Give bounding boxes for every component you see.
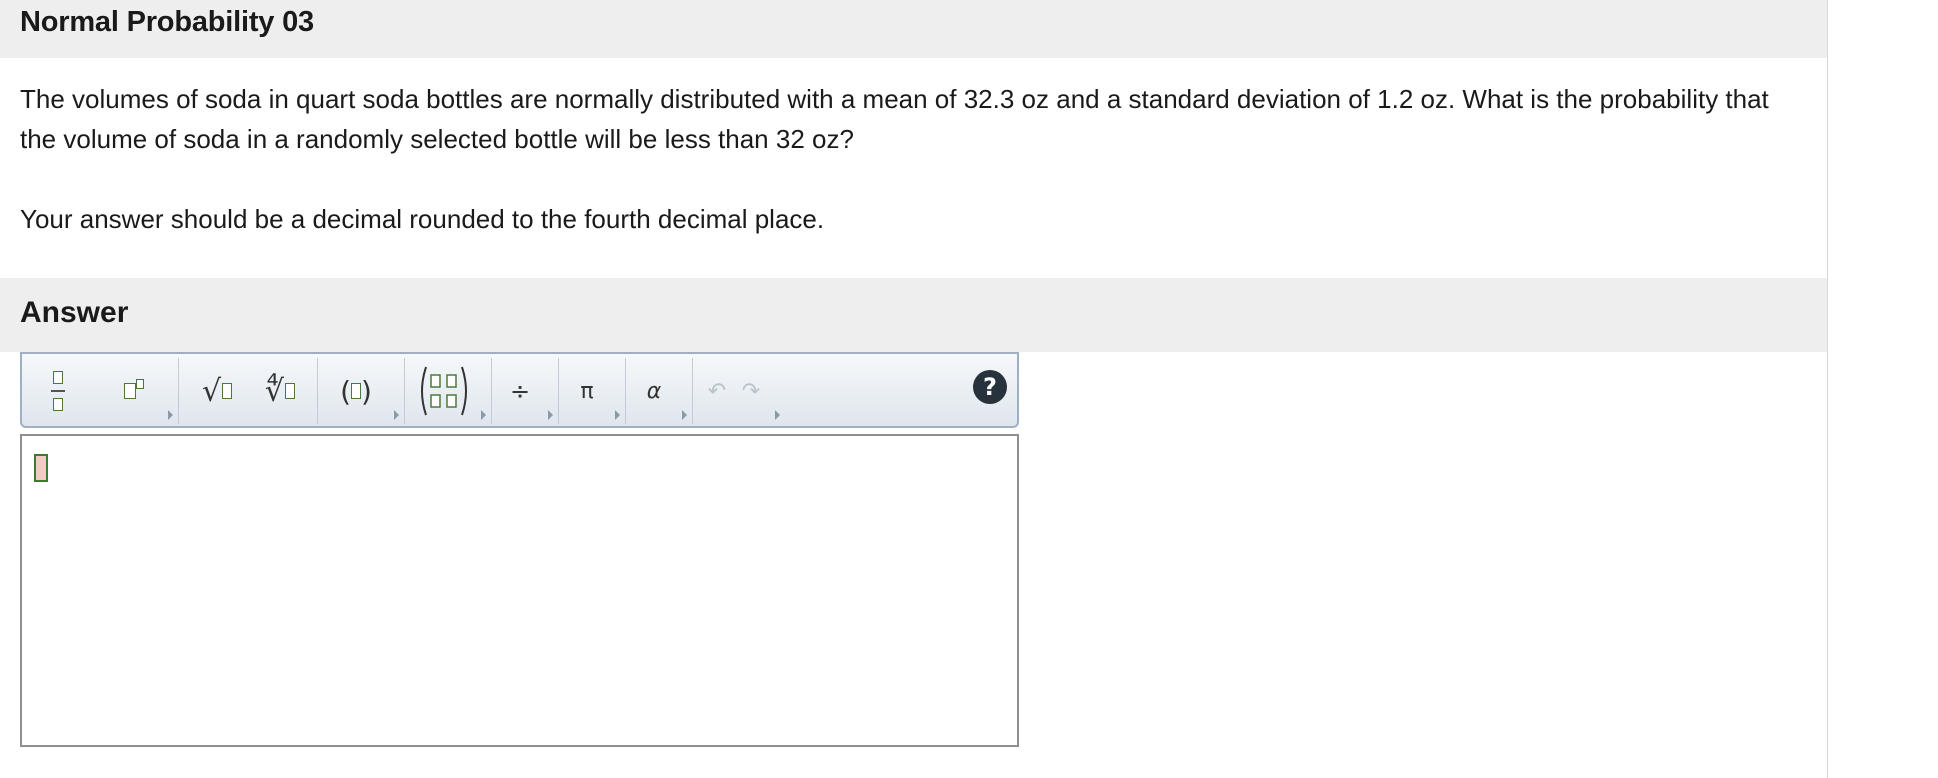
answer-input[interactable] (20, 434, 1019, 747)
question-text: The volumes of soda in quart soda bottle… (20, 84, 1769, 154)
toolbar-group-roots: √ ∜ (179, 358, 318, 424)
help-icon: ? (983, 373, 997, 401)
page-title: Normal Probability 03 (20, 6, 314, 38)
fraction-numerator-icon (53, 371, 63, 384)
paren-close-icon: ) (361, 374, 372, 408)
pi-button[interactable]: π (565, 358, 609, 424)
help-button[interactable]: ? (973, 370, 1007, 404)
alpha-icon: α (646, 378, 662, 404)
divide-button[interactable]: ÷ (498, 358, 542, 424)
sqrt-button[interactable]: √ (187, 358, 247, 424)
fraction-button[interactable] (34, 358, 82, 424)
divide-icon: ÷ (509, 377, 531, 405)
toolbar-group-history: ↶ ↷ (693, 358, 793, 424)
math-toolbar: √ ∜ () ÷ π α ↶ ↷ ? (20, 352, 1019, 428)
title-bar: Normal Probability 03 (0, 0, 1827, 58)
matrix-button[interactable] (413, 358, 475, 424)
expand-arrow-icon[interactable] (548, 410, 553, 420)
sqrt-box-icon (222, 383, 233, 399)
expand-arrow-icon[interactable] (775, 410, 780, 420)
paren-open-icon: ( (340, 374, 351, 408)
exponent-box-icon (136, 379, 144, 389)
question-panel: Normal Probability 03 The volumes of sod… (0, 0, 1828, 778)
pi-icon: π (580, 378, 594, 404)
instruction-text: Your answer should be a decimal rounded … (20, 204, 825, 234)
fraction-bar-icon (51, 390, 65, 392)
toolbar-group-matrix (405, 358, 492, 424)
sqrt-icon: √ (201, 373, 222, 409)
fraction-denominator-icon (53, 398, 63, 411)
nth-root-box-icon (285, 383, 296, 399)
toolbar-group-operators: ÷ (492, 358, 559, 424)
answer-heading: Answer (20, 296, 129, 329)
toolbar-group-templates (22, 358, 179, 424)
toolbar-group-constants: π (559, 358, 626, 424)
toolbar-group-greek: α (626, 358, 693, 424)
paren-box-icon (351, 383, 361, 399)
answer-header: Answer (0, 278, 1827, 352)
toolbar-group-parens: () (318, 358, 405, 424)
nth-root-icon: ∜ (264, 373, 285, 409)
parentheses-button[interactable]: () (328, 358, 384, 424)
undo-icon: ↶ (707, 378, 727, 404)
expand-arrow-icon[interactable] (394, 410, 399, 420)
matrix-icon (421, 366, 467, 416)
alpha-button[interactable]: α (632, 358, 676, 424)
expand-arrow-icon[interactable] (615, 410, 620, 420)
redo-button[interactable]: ↷ (733, 358, 769, 424)
redo-icon: ↷ (741, 378, 761, 404)
input-placeholder-cursor-icon (34, 454, 48, 482)
expand-arrow-icon[interactable] (682, 410, 687, 420)
undo-button[interactable]: ↶ (699, 358, 735, 424)
expand-arrow-icon[interactable] (168, 410, 173, 420)
expand-arrow-icon[interactable] (481, 410, 486, 420)
nth-root-button[interactable]: ∜ (249, 358, 311, 424)
base-box-icon (124, 383, 136, 399)
superscript-button[interactable] (110, 358, 158, 424)
